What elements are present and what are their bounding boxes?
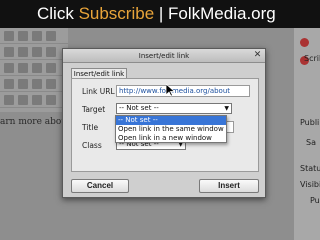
sidebar-label: Scrib: [304, 54, 320, 63]
insert-button[interactable]: Insert: [199, 179, 259, 193]
link-url-label: Link URL: [82, 87, 115, 96]
dropdown-option[interactable]: Open link in the same window: [116, 125, 226, 134]
toolbar-button: [18, 31, 28, 41]
sidebar-label: Sa: [306, 138, 316, 147]
close-icon[interactable]: ✕: [253, 51, 262, 60]
toolbar-button: [46, 95, 56, 105]
subscribe-link[interactable]: Subscribe: [79, 4, 155, 24]
toolbar-button: [18, 79, 28, 89]
insert-link-dialog: Insert/edit link ✕ Insert/edit link Link…: [62, 48, 266, 198]
banner-prefix: Click: [37, 4, 79, 23]
dialog-title: Insert/edit link: [63, 49, 265, 63]
toolbar-button: [46, 47, 56, 57]
toolbar-button: [4, 95, 14, 105]
toolbar-button: [4, 79, 14, 89]
target-dropdown-list: -- Not set -- Open link in the same wind…: [115, 115, 227, 143]
toolbar-button: [32, 79, 42, 89]
toolbar-button: [18, 63, 28, 73]
toolbar-button: [32, 95, 42, 105]
subscribe-banner: Click Subscribe | FolkMedia.org: [0, 0, 320, 28]
toolbar-button: [32, 47, 42, 57]
toolbar-row: [0, 28, 68, 44]
toolbar-row: [0, 44, 68, 60]
toolbar-button: [46, 79, 56, 89]
target-select[interactable]: -- Not set -- ▼: [116, 103, 232, 114]
dropdown-option[interactable]: -- Not set --: [116, 116, 226, 125]
toolbar-row: [0, 92, 68, 108]
chevron-down-icon: ▼: [224, 105, 229, 112]
toolbar-button: [4, 63, 14, 73]
sidebar-label: Status: [300, 164, 320, 173]
target-label: Target: [82, 105, 106, 114]
editor-toolbar: [0, 28, 68, 112]
dropdown-option[interactable]: Open link in a new window: [116, 134, 226, 143]
target-selected-value: -- Not set --: [119, 104, 159, 112]
cancel-button[interactable]: Cancel: [71, 179, 129, 193]
banner-suffix: | FolkMedia.org: [154, 4, 276, 23]
toolbar-button: [32, 63, 42, 73]
toolbar-button: [46, 31, 56, 41]
toolbar-button: [32, 31, 42, 41]
sidebar-label: Pu: [310, 196, 320, 205]
toolbar-button: [4, 31, 14, 41]
sidebar-label: Visibi: [300, 180, 320, 189]
toolbar-button: [18, 47, 28, 57]
toolbar-button: [46, 63, 56, 73]
toolbar-button: [4, 47, 14, 57]
toolbar-row: [0, 60, 68, 76]
sidebar-label: Publi: [300, 118, 320, 127]
class-label: Class: [82, 141, 102, 150]
link-url-input[interactable]: http://www.folkmedia.org/about: [116, 85, 250, 97]
title-label: Title: [82, 123, 99, 132]
toolbar-button: [18, 95, 28, 105]
red-dot-icon: [300, 38, 309, 47]
toolbar-row: [0, 76, 68, 92]
